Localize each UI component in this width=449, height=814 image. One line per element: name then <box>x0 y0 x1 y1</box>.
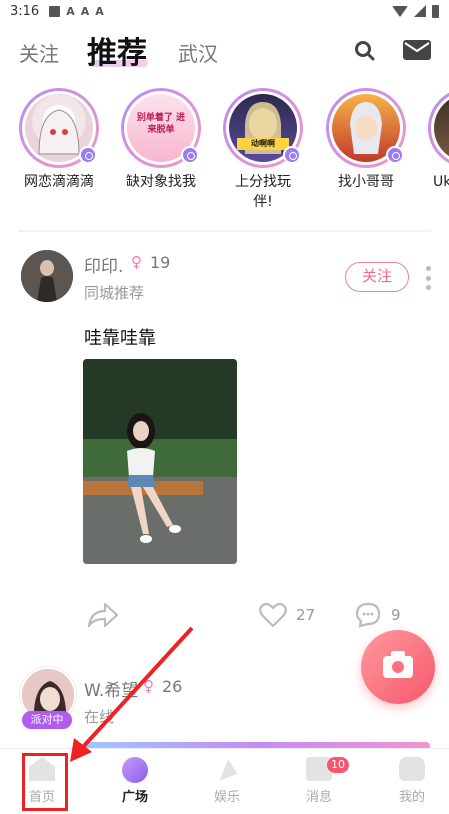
battery-icon <box>432 4 439 18</box>
post-text: 哇靠哇靠 <box>84 328 156 349</box>
story-avatar-ring: 别单着了 进来脱单 <box>121 88 201 168</box>
story-item[interactable]: Uk <box>423 88 449 192</box>
profile-icon <box>399 757 425 781</box>
post-photo[interactable] <box>83 359 237 564</box>
top-tabs: 关注 推荐 武汉 <box>0 22 449 78</box>
tab-recommend[interactable]: 推荐 <box>87 28 147 72</box>
story-row: 网恋滴滴滴 别单着了 进来脱单 缺对象找我 动啊啊 上分找玩伴! 找小哥哥 Uk <box>0 88 449 218</box>
nav-me[interactable]: 我的 <box>377 749 447 814</box>
story-label: Uk <box>433 174 449 190</box>
story-label: 上分找玩伴! <box>235 174 291 210</box>
post-author-age: 26 <box>162 677 183 696</box>
notification-icons: A A A <box>49 5 104 18</box>
status-bar: 3:16 A A A <box>0 0 449 22</box>
divider <box>18 230 431 232</box>
online-status: 在线 <box>84 708 115 726</box>
story-avatar-ring <box>19 88 99 168</box>
live-badge-icon <box>79 146 97 164</box>
share-icon[interactable] <box>87 601 119 629</box>
story-item[interactable]: 找小哥哥 <box>321 88 411 192</box>
nav-entertainment[interactable]: 娱乐 <box>192 749 262 814</box>
avatar[interactable] <box>21 250 73 302</box>
nav-label: 广场 <box>121 790 148 805</box>
camera-button[interactable] <box>361 630 435 704</box>
story-label: 缺对象找我 <box>126 174 196 190</box>
story-label: 找小哥哥 <box>338 174 394 190</box>
like-count: 27 <box>296 606 316 624</box>
a-notification-icon: A <box>66 4 75 18</box>
signal-icon <box>414 5 426 17</box>
female-icon: ♀ <box>131 253 142 271</box>
search-icon[interactable] <box>354 40 376 62</box>
wifi-icon <box>392 5 408 17</box>
a-notification-icon: A <box>80 4 90 18</box>
party-icon <box>219 759 238 781</box>
post-subtitle: 同城推荐 <box>84 284 145 302</box>
tab-follow[interactable]: 关注 <box>19 38 59 67</box>
feather-icon <box>122 757 148 783</box>
post-author-name[interactable]: 印印. <box>84 252 123 277</box>
story-avatar-ring <box>428 88 449 168</box>
nav-label: 消息 <box>305 790 332 805</box>
story-item[interactable]: 别单着了 进来脱单 缺对象找我 <box>116 88 206 192</box>
status-time: 3:16 <box>10 3 40 19</box>
more-options-icon[interactable] <box>426 266 432 290</box>
follow-button[interactable]: 关注 <box>345 262 409 292</box>
story-item[interactable]: 网恋滴滴滴 <box>14 88 104 192</box>
story-item[interactable]: 动啊啊 上分找玩伴! <box>218 88 308 212</box>
tab-city[interactable]: 武汉 <box>178 38 218 67</box>
camera-icon <box>383 651 413 678</box>
female-icon: ♀ <box>143 677 154 695</box>
post-author-name[interactable]: W.希望 <box>84 676 138 701</box>
a-notification-icon: A <box>95 4 104 18</box>
story-label: 网恋滴滴滴 <box>24 174 94 190</box>
nav-label: 娱乐 <box>213 790 240 805</box>
nav-label: 我的 <box>398 790 425 805</box>
story-avatar-ring <box>326 88 406 168</box>
comment-count: 9 <box>391 606 401 624</box>
story-art-text: 动啊啊 <box>237 138 289 150</box>
story-avatar <box>434 94 449 162</box>
story-art-text: 别单着了 进来脱单 <box>136 113 186 135</box>
status-badge: 派对中 <box>22 711 72 729</box>
nav-plaza[interactable]: 广场 <box>100 749 170 814</box>
comment-icon[interactable] <box>355 602 381 628</box>
unread-badge: 10 <box>327 757 349 773</box>
live-badge-icon <box>283 146 301 164</box>
story-avatar-ring: 动啊啊 <box>223 88 303 168</box>
live-badge-icon <box>181 146 199 164</box>
post-author-age: 19 <box>150 253 171 272</box>
live-badge-icon <box>386 146 404 164</box>
heart-icon[interactable] <box>259 602 287 628</box>
highlight-box <box>22 753 68 811</box>
mail-icon[interactable] <box>403 40 431 60</box>
image-notification-icon <box>49 5 61 17</box>
